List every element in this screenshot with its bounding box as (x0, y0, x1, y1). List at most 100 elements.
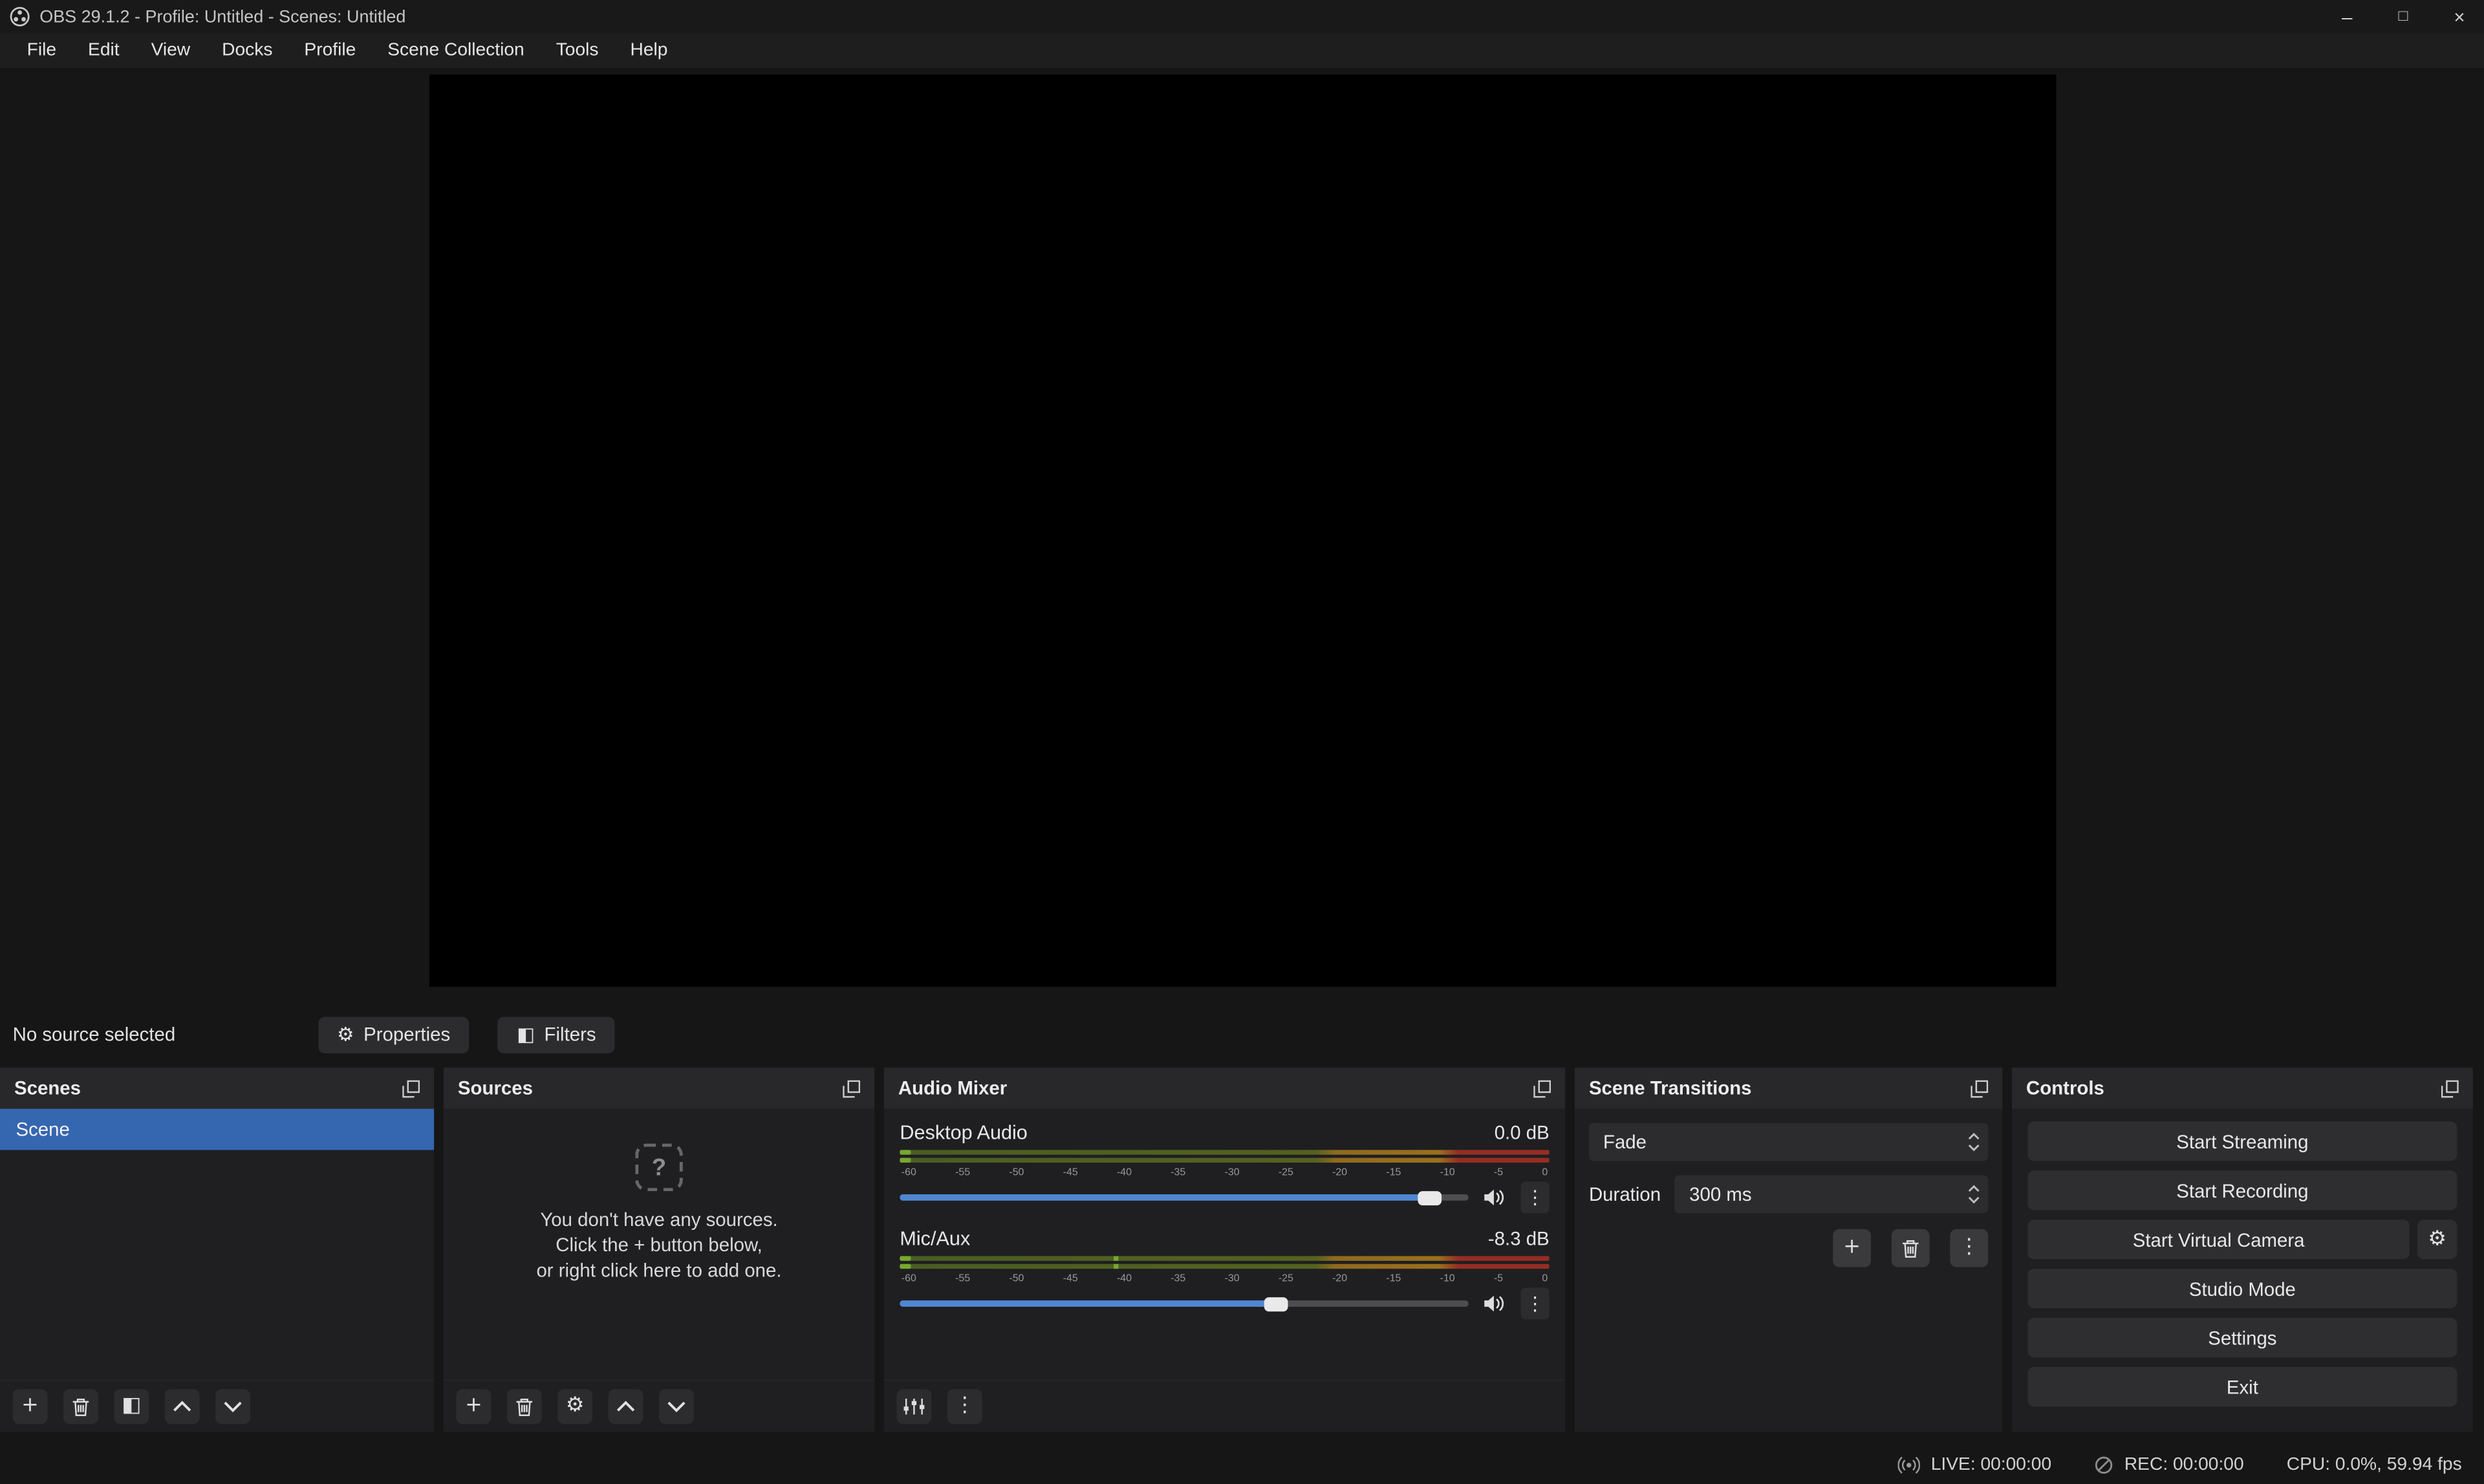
start-virtual-camera-button[interactable]: Start Virtual Camera (2027, 1220, 2409, 1259)
rec-time: REC: 00:00:00 (2124, 1455, 2244, 1474)
chevron-up-icon (173, 1400, 191, 1413)
filters-icon: ◧ (122, 1395, 141, 1417)
meter-tick-label: -55 (955, 1166, 970, 1180)
mixer-dock-header[interactable]: Audio Mixer (884, 1068, 1565, 1109)
menu-file[interactable]: File (11, 36, 72, 65)
gear-icon: ⚙ (566, 1395, 585, 1417)
rec-status: REC: 00:00:00 (2094, 1455, 2243, 1474)
live-time: LIVE: 00:00:00 (1931, 1455, 2051, 1474)
sources-toolbar: + ⚙ (444, 1380, 874, 1432)
mixer-toolbar: ⋮ (884, 1380, 1565, 1432)
scenes-title: Scenes (14, 1077, 81, 1099)
remove-transition-button[interactable] (1892, 1229, 1930, 1267)
remove-scene-button[interactable] (63, 1389, 98, 1424)
popout-icon[interactable] (843, 1079, 860, 1097)
popout-icon[interactable] (1971, 1079, 1988, 1097)
menu-help[interactable]: Help (614, 36, 684, 65)
kebab-icon: ⋮ (1526, 1293, 1544, 1315)
start-streaming-button[interactable]: Start Streaming (2027, 1121, 2457, 1161)
cpu-fps-text: CPU: 0.0%, 59.94 fps (2287, 1455, 2462, 1474)
scenes-dock-header[interactable]: Scenes (0, 1068, 434, 1109)
chevron-down-icon (667, 1400, 686, 1413)
audio-mixer-dock: Audio Mixer Desktop Audio 0.0 dB (884, 1068, 1565, 1432)
start-recording-button[interactable]: Start Recording (2027, 1170, 2457, 1210)
speaker-icon[interactable] (1483, 1294, 1507, 1313)
exit-button[interactable]: Exit (2027, 1367, 2457, 1406)
popout-icon[interactable] (1533, 1079, 1551, 1097)
slider-handle[interactable] (1418, 1190, 1442, 1205)
transitions-dock-header[interactable]: Scene Transitions (1575, 1068, 2002, 1109)
menu-bar: File Edit View Docks Profile Scene Colle… (0, 33, 2484, 68)
add-source-button[interactable]: + (456, 1389, 491, 1424)
audio-sliders-icon (903, 1397, 925, 1416)
meter-tick-label: -60 (902, 1166, 916, 1180)
meter-tick-label: -30 (1225, 1272, 1240, 1286)
mixer-menu-button[interactable]: ⋮ (947, 1389, 982, 1424)
sources-dock-header[interactable]: Sources (444, 1068, 874, 1109)
speaker-icon[interactable] (1483, 1188, 1507, 1207)
mixer-channel-mic-aux: Mic/Aux -8.3 dB -60-55-50-45-40-35-30-25… (900, 1227, 1549, 1316)
move-scene-down-button[interactable] (215, 1389, 250, 1424)
spinbox-arrows-icon[interactable] (1960, 1176, 1988, 1214)
scene-filters-button[interactable]: ◧ (114, 1389, 149, 1424)
menu-edit[interactable]: Edit (72, 36, 136, 65)
transition-menu-button[interactable]: ⋮ (1950, 1229, 1988, 1267)
controls-dock-header[interactable]: Controls (2012, 1068, 2473, 1109)
properties-button[interactable]: ⚙ Properties (318, 1016, 470, 1052)
move-source-up-button[interactable] (609, 1389, 643, 1424)
maximize-button[interactable]: □ (2399, 7, 2408, 26)
scene-list-item[interactable]: Scene (0, 1109, 434, 1150)
remove-source-button[interactable] (507, 1389, 542, 1424)
channel-db-value: 0.0 dB (1495, 1121, 1550, 1143)
scenes-dock: Scenes Scene + ◧ (0, 1068, 434, 1432)
transition-select[interactable]: Fade (1589, 1123, 1988, 1161)
menu-tools[interactable]: Tools (540, 36, 614, 65)
duration-spinbox[interactable]: 300 ms (1675, 1176, 1988, 1214)
settings-button[interactable]: Settings (2027, 1318, 2457, 1357)
meter-tick-label: 0 (1542, 1272, 1548, 1286)
channel-menu-button[interactable]: ⋮ (1521, 1288, 1550, 1320)
minimize-button[interactable]: – (2342, 7, 2352, 26)
scene-transitions-dock: Scene Transitions Fade Duration (1575, 1068, 2002, 1432)
move-source-down-button[interactable] (659, 1389, 694, 1424)
channel-menu-button[interactable]: ⋮ (1521, 1181, 1550, 1213)
filters-button[interactable]: ◧ Filters (498, 1016, 615, 1052)
combo-arrows-icon[interactable] (1960, 1123, 1988, 1161)
menu-scene-collection[interactable]: Scene Collection (372, 36, 540, 65)
record-disabled-icon (2094, 1455, 2113, 1474)
popout-icon[interactable] (2441, 1079, 2459, 1097)
filters-label: Filters (545, 1023, 596, 1045)
volume-slider[interactable] (900, 1300, 1468, 1307)
meter-tick-label: -55 (955, 1272, 970, 1286)
meter-tick-label: -15 (1386, 1166, 1401, 1180)
meter-tick-label: -5 (1494, 1272, 1503, 1286)
cpu-status: CPU: 0.0%, 59.94 fps (2287, 1455, 2462, 1474)
source-toolbar: No source selected ⚙ Properties ◧ Filter… (0, 1011, 2484, 1058)
meter-tick-label: -25 (1279, 1272, 1293, 1286)
chevron-down-icon (223, 1400, 242, 1413)
add-transition-button[interactable]: + (1833, 1229, 1871, 1267)
duration-value: 300 ms (1689, 1183, 1751, 1205)
menu-docks[interactable]: Docks (206, 36, 288, 65)
advanced-audio-button[interactable] (896, 1389, 931, 1424)
menu-view[interactable]: View (135, 36, 206, 65)
properties-label: Properties (363, 1023, 450, 1045)
menu-profile[interactable]: Profile (288, 36, 372, 65)
mixer-title: Audio Mixer (898, 1077, 1007, 1099)
preview-canvas[interactable] (429, 74, 2056, 987)
studio-mode-button[interactable]: Studio Mode (2027, 1269, 2457, 1308)
virtual-camera-settings-button[interactable]: ⚙ (2417, 1220, 2457, 1259)
sources-empty-state[interactable]: ? You don't have any sources. Click the … (444, 1144, 874, 1284)
kebab-icon: ⋮ (955, 1395, 975, 1417)
volume-meter (900, 1150, 1549, 1163)
add-scene-button[interactable]: + (13, 1389, 48, 1424)
live-status: LIVE: 00:00:00 (1897, 1455, 2051, 1474)
popout-icon[interactable] (402, 1079, 420, 1097)
close-button[interactable]: × (2454, 7, 2465, 26)
slider-handle[interactable] (1264, 1296, 1288, 1311)
obs-window: OBS 29.1.2 - Profile: Untitled - Scenes:… (0, 0, 2484, 1484)
move-scene-up-button[interactable] (165, 1389, 200, 1424)
volume-slider[interactable] (900, 1194, 1468, 1201)
source-properties-button[interactable]: ⚙ (557, 1389, 592, 1424)
sources-title: Sources (458, 1077, 533, 1099)
